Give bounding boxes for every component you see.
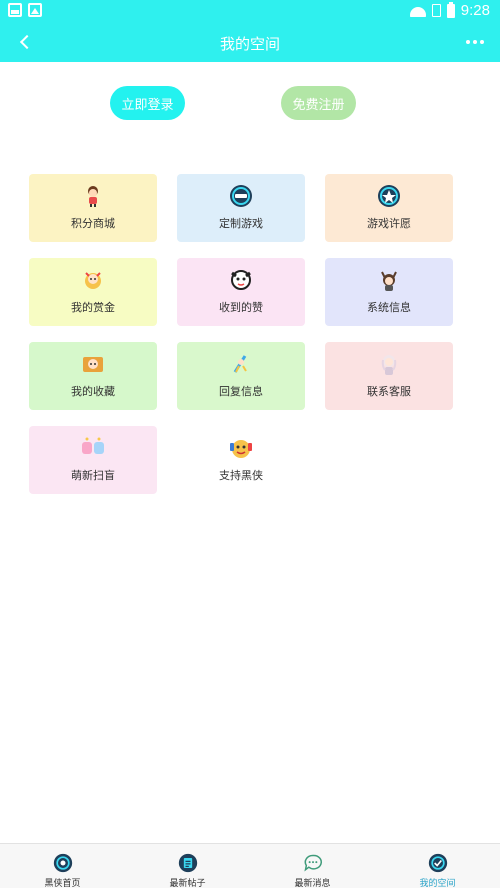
tile-likes[interactable]: 收到的赞 xyxy=(177,258,305,326)
sim-icon xyxy=(431,4,441,17)
tile-points-mall[interactable]: 积分商城 xyxy=(29,174,157,242)
nav-label: 最新帖子 xyxy=(169,879,206,888)
tile-label: 我的赏金 xyxy=(71,301,115,314)
tile-label: 联系客服 xyxy=(367,385,411,398)
customer-service-icon xyxy=(381,355,397,375)
points-mall-icon xyxy=(88,186,98,207)
tile-label: 我的收藏 xyxy=(71,385,115,398)
support-icon xyxy=(230,440,252,458)
tile-newbie-guide[interactable]: 萌新扫盲 xyxy=(29,426,157,494)
tile-reply-info[interactable]: 回复信息 xyxy=(177,342,305,410)
login-button[interactable]: 立即登录 xyxy=(110,86,185,120)
bottom-nav: 黑侠首页 最新帖子 最新消息 我的空间 xyxy=(0,843,500,888)
app-notification-icon xyxy=(28,3,42,17)
favorites-icon xyxy=(83,357,103,372)
nav-label: 黑侠首页 xyxy=(44,879,81,888)
wifi-icon xyxy=(410,5,426,17)
tile-customer-service[interactable]: 联系客服 xyxy=(325,342,453,410)
tile-support[interactable]: 支持黑侠 xyxy=(177,426,305,494)
tile-label: 游戏许愿 xyxy=(367,217,411,230)
nav-label: 我的空间 xyxy=(419,879,456,888)
tile-label: 系统信息 xyxy=(367,301,411,314)
reply-info-icon xyxy=(233,355,247,373)
battery-icon xyxy=(446,1,455,18)
tile-game-wish[interactable]: 游戏许愿 xyxy=(325,174,453,242)
tile-label: 积分商城 xyxy=(71,217,115,230)
tile-custom-game[interactable]: 定制游戏 xyxy=(177,174,305,242)
game-wish-icon xyxy=(378,185,400,207)
messages-icon xyxy=(304,854,322,872)
system-info-icon xyxy=(381,271,397,291)
likes-icon xyxy=(231,270,251,290)
status-bar: 9:28 xyxy=(0,0,500,24)
nav-messages[interactable]: 最新消息 xyxy=(250,844,375,888)
tile-label: 定制游戏 xyxy=(219,217,263,230)
tile-label: 回复信息 xyxy=(219,385,263,398)
tile-bounty[interactable]: 我的赏金 xyxy=(29,258,157,326)
nav-label: 最新消息 xyxy=(294,879,331,888)
tile-label: 收到的赞 xyxy=(219,301,263,314)
newbie-guide-icon xyxy=(82,437,104,454)
page-title: 我的空间 xyxy=(219,35,280,53)
nav-posts[interactable]: 最新帖子 xyxy=(125,844,250,888)
home-icon xyxy=(53,853,73,873)
tile-label: 萌新扫盲 xyxy=(71,469,115,482)
tile-system-info[interactable]: 系统信息 xyxy=(325,258,453,326)
tile-favorites[interactable]: 我的收藏 xyxy=(29,342,157,410)
register-button[interactable]: 免费注册 xyxy=(281,86,356,120)
nav-home[interactable]: 黑侠首页 xyxy=(0,844,125,888)
bounty-icon xyxy=(85,272,101,289)
my-space-icon xyxy=(428,853,448,873)
custom-game-icon xyxy=(230,185,252,207)
posts-icon xyxy=(178,853,198,873)
tile-label: 支持黑侠 xyxy=(219,469,263,482)
app-bar: 我的空间 xyxy=(0,24,500,62)
gallery-notification-icon xyxy=(8,3,22,17)
nav-my-space[interactable]: 我的空间 xyxy=(375,844,500,888)
more-options-icon[interactable] xyxy=(466,40,484,44)
status-time: 9:28 xyxy=(460,2,490,19)
